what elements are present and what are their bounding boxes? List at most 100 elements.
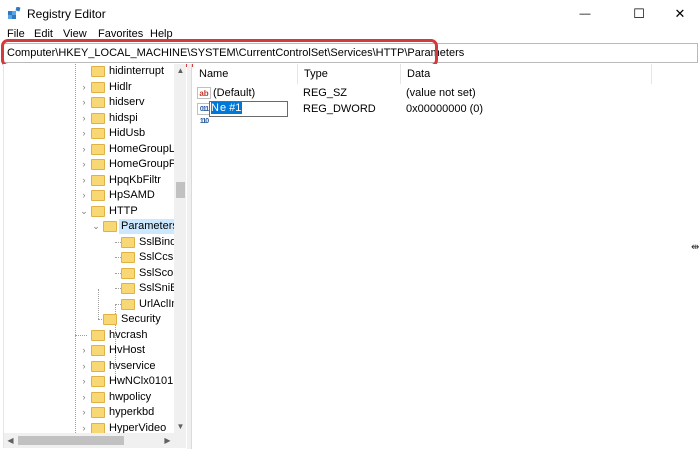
tree-item-label: hyperkbd bbox=[109, 406, 155, 418]
tree-item-label: HTTP bbox=[109, 204, 138, 217]
folder-icon bbox=[91, 360, 105, 372]
tree-guide-line bbox=[75, 334, 87, 336]
scroll-right-icon[interactable]: ▶ bbox=[161, 434, 174, 447]
menu-help[interactable]: Help bbox=[150, 27, 173, 41]
tree-item[interactable]: › HyperVideo bbox=[4, 421, 174, 433]
tree-horizontal-scroll-thumb[interactable] bbox=[18, 436, 124, 445]
folder-icon bbox=[91, 97, 105, 108]
tree-item[interactable]: SslBindin bbox=[4, 235, 174, 251]
tree-item[interactable]: › HvHost bbox=[4, 343, 174, 359]
tree-item-label: HidUsb bbox=[109, 127, 146, 139]
tree-item[interactable]: › Hidlr bbox=[4, 80, 174, 96]
value-row[interactable]: ab (Default) REG_SZ (value not set) bbox=[193, 85, 653, 101]
address-bar[interactable]: Computer\HKEY_LOCAL_MACHINE\SYSTEM\Curre… bbox=[2, 43, 698, 63]
tree-item[interactable]: SslScope bbox=[4, 266, 174, 282]
tree-item[interactable]: › HpqKbFiltr bbox=[4, 173, 174, 189]
tree-item-label: SslCcsBi bbox=[139, 251, 174, 263]
expand-icon[interactable]: › bbox=[80, 408, 88, 417]
expand-icon[interactable]: › bbox=[80, 392, 88, 402]
tree-item-label: hwpolicy bbox=[109, 390, 152, 403]
scroll-left-icon[interactable]: ◀ bbox=[4, 434, 17, 447]
tree-item[interactable]: › hvservice bbox=[4, 359, 174, 375]
tree-item[interactable]: › HidUsb bbox=[4, 126, 174, 142]
tree-item[interactable]: UrlAclInf bbox=[4, 297, 174, 313]
menu-favorites[interactable]: Favorites bbox=[98, 27, 143, 41]
folder-icon bbox=[121, 298, 135, 310]
scroll-down-icon[interactable]: ▼ bbox=[174, 420, 186, 433]
collapse-icon[interactable]: ⌄ bbox=[80, 206, 88, 216]
folder-icon bbox=[91, 422, 105, 433]
pane-splitter[interactable] bbox=[187, 64, 192, 449]
tree-item[interactable]: SslCcsBi bbox=[4, 250, 174, 266]
menu-file[interactable]: File bbox=[7, 27, 25, 41]
tree-item-label: hidspi bbox=[109, 111, 138, 124]
tree-item[interactable]: › hwpolicy bbox=[4, 390, 174, 406]
tree-item[interactable]: › hidserv bbox=[4, 95, 174, 111]
collapse-icon[interactable]: ⌄ bbox=[92, 222, 100, 231]
folder-icon bbox=[91, 407, 105, 418]
expand-icon[interactable]: › bbox=[80, 160, 88, 169]
values-list-pane: Name Type Data ab (Default) REG_SZ (valu… bbox=[193, 64, 700, 449]
tree-item[interactable]: › HomeGroupLi bbox=[4, 142, 174, 158]
rename-value-input[interactable]: Ne #1 bbox=[209, 101, 288, 117]
menu-edit[interactable]: Edit bbox=[34, 27, 53, 41]
tree-item-label: hidserv bbox=[109, 96, 145, 108]
tree-item[interactable]: › hyperkbd bbox=[4, 405, 174, 421]
minimize-button[interactable]: — bbox=[562, 0, 608, 27]
folder-icon bbox=[91, 376, 105, 387]
tree-item[interactable]: hvcrash bbox=[4, 328, 174, 344]
tree-item[interactable]: ⌄ Parameters bbox=[4, 219, 174, 235]
close-button[interactable]: ✕ bbox=[660, 0, 700, 27]
tree-vertical-scrollbar[interactable]: ▲ ▼ bbox=[174, 64, 186, 433]
expand-icon[interactable]: › bbox=[80, 191, 88, 200]
tree-item[interactable]: › hidspi bbox=[4, 111, 174, 127]
value-name: (Default) bbox=[213, 87, 256, 99]
scroll-up-icon[interactable]: ▲ bbox=[174, 64, 186, 77]
folder-icon bbox=[91, 66, 105, 77]
maximize-icon: ☐ bbox=[633, 5, 645, 21]
column-header-name[interactable]: Name bbox=[193, 64, 298, 84]
tree-item-label: HpSAMD bbox=[109, 189, 155, 201]
maximize-button[interactable]: ☐ bbox=[616, 0, 662, 27]
folder-icon bbox=[91, 128, 105, 139]
value-type: REG_SZ bbox=[303, 87, 348, 99]
expand-icon[interactable]: › bbox=[80, 175, 88, 185]
tree-item-label: HpqKbFiltr bbox=[109, 173, 161, 186]
tree-item[interactable]: hidinterrupt bbox=[4, 64, 174, 80]
tree-item[interactable]: › HwNClx0101 bbox=[4, 374, 174, 390]
tree-item[interactable]: Security bbox=[4, 312, 174, 328]
tree-item[interactable]: › HpSAMD bbox=[4, 188, 174, 204]
tree-item-label: hvcrash bbox=[109, 328, 148, 341]
tree-item[interactable]: › HomeGroupPr bbox=[4, 157, 174, 173]
expand-icon[interactable]: › bbox=[80, 423, 88, 433]
folder-icon bbox=[91, 143, 105, 155]
menu-view[interactable]: View bbox=[63, 27, 87, 41]
column-header-type[interactable]: Type bbox=[298, 64, 401, 84]
expand-icon[interactable]: › bbox=[80, 129, 88, 138]
tree-item-label: UrlAclInf bbox=[139, 297, 174, 310]
folder-icon bbox=[103, 221, 117, 232]
title-bar: Registry Editor — ☐ ✕ bbox=[0, 0, 700, 27]
key-tree-pane: hidinterrupt › Hidlr › hidserv › hidspi › HidUsb… bbox=[3, 64, 186, 448]
folder-icon bbox=[121, 236, 135, 248]
expand-icon[interactable]: › bbox=[80, 144, 88, 154]
value-row[interactable]: 011 110 Ne #1 REG_DWORD 0x00000000 (0) bbox=[193, 101, 653, 125]
expand-icon[interactable]: › bbox=[80, 377, 88, 386]
tree-item[interactable]: SslSniBir bbox=[4, 281, 174, 297]
folder-icon bbox=[91, 112, 105, 124]
folder-icon bbox=[91, 329, 105, 341]
tree-vertical-scroll-thumb[interactable] bbox=[176, 182, 185, 198]
tree-horizontal-scrollbar[interactable]: ◀ ▶ bbox=[4, 433, 186, 448]
tree-item[interactable]: ⌄ HTTP bbox=[4, 204, 174, 220]
expand-icon[interactable]: › bbox=[80, 346, 88, 355]
expand-icon[interactable]: › bbox=[80, 113, 88, 123]
tree-item-label: Hidlr bbox=[109, 80, 132, 93]
folder-icon bbox=[91, 174, 105, 186]
expand-icon[interactable]: › bbox=[80, 361, 88, 371]
expand-icon[interactable]: › bbox=[80, 82, 88, 92]
expand-icon[interactable]: › bbox=[80, 98, 88, 107]
string-value-icon: ab bbox=[197, 87, 211, 99]
resize-cursor-icon: ⇹ bbox=[691, 242, 700, 253]
column-header-data[interactable]: Data bbox=[401, 64, 652, 84]
tree-item-label: SslScope bbox=[139, 266, 174, 279]
